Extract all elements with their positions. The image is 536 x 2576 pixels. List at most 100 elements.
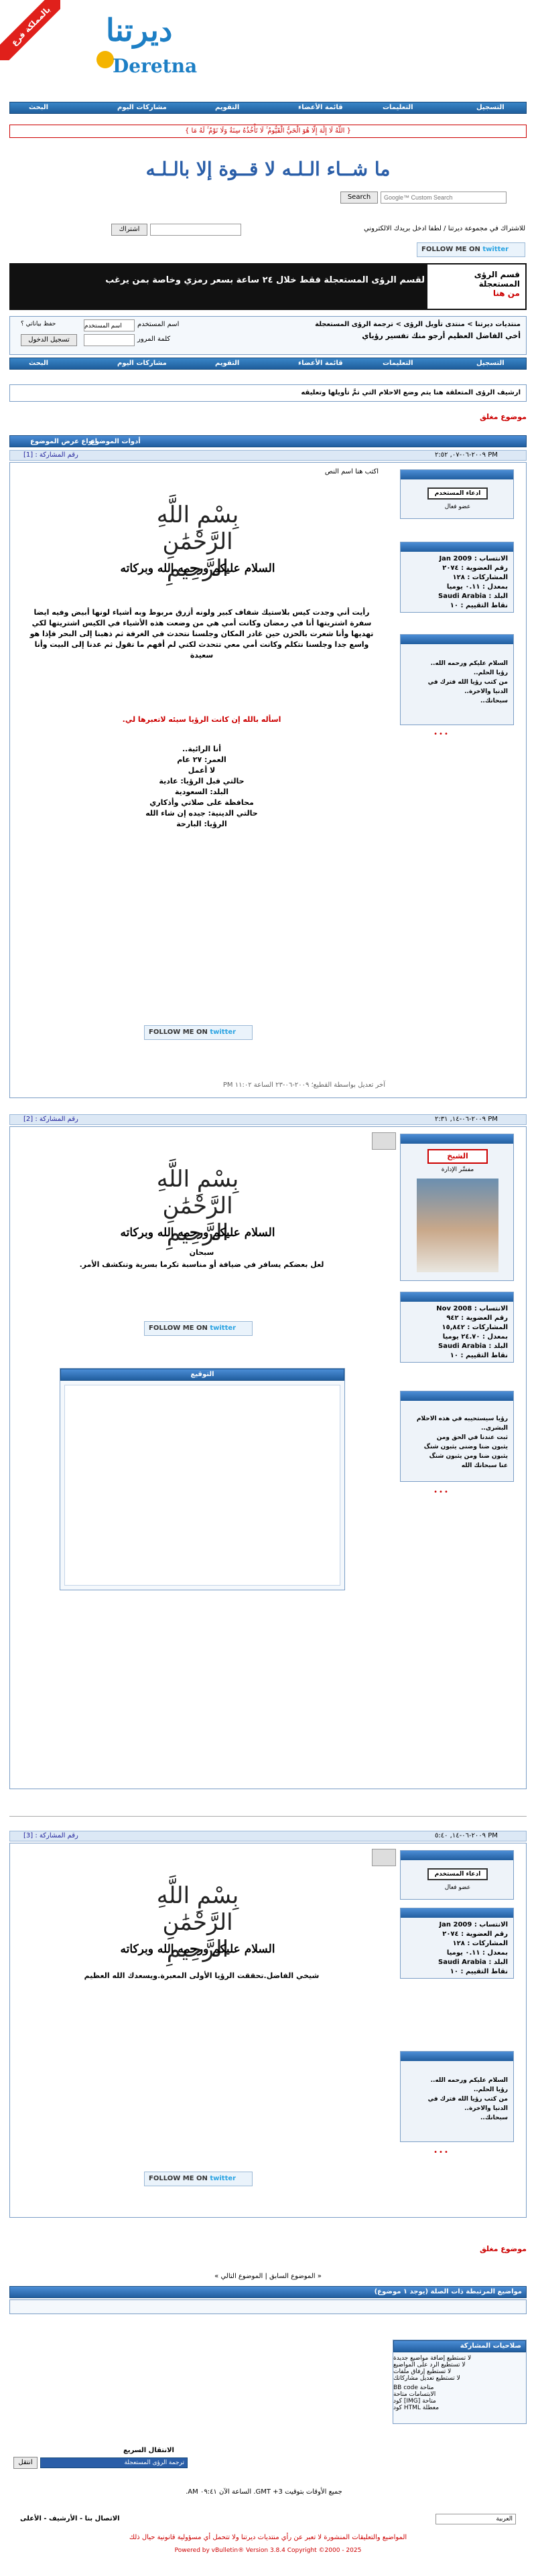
code-line: كود [IMG] متاحة bbox=[393, 2398, 436, 2405]
signature-title: التوقيع bbox=[60, 1369, 344, 1381]
nav-register[interactable]: التسجيل bbox=[476, 104, 505, 111]
username-label: اسم المستخدم bbox=[137, 321, 180, 328]
nav2-faq[interactable]: التعليمات bbox=[383, 360, 413, 367]
thread-title: أخي الفاضل العظيم أرجو منك تفسير رؤياي bbox=[362, 331, 521, 340]
twitter-follow-text[interactable]: FOLLOW ME ON bbox=[149, 2175, 208, 2182]
post-2-header: ٢٠٠٩-٠٦-١٤, ٢:٣١ PM رقم المشاركة : [2] bbox=[9, 1114, 527, 1125]
post-2-userbox: الشيخ مفسِّر الإدارة bbox=[400, 1134, 514, 1281]
sig-line: رؤيا الحلم.. bbox=[473, 2087, 508, 2093]
display-modes-menu[interactable]: انواع عرض الموضوع bbox=[30, 437, 97, 447]
ribbon-label[interactable]: بالمملكة فرع bbox=[0, 0, 60, 60]
user-joined: الانتساب : Nov 2008 bbox=[436, 1305, 508, 1312]
nav-members[interactable]: قائمة الأعضاء bbox=[298, 104, 343, 111]
closed-thread-tag-bottom[interactable]: موضوع مغلق bbox=[469, 2245, 527, 2253]
footer: العربية الاتصال بنا - الأرشيف - الأعلى ا… bbox=[7, 2512, 529, 2569]
promo-text[interactable]: لقسم الرؤى المستعجلة فقط خلال ٢٤ ساعة بس… bbox=[90, 275, 425, 285]
password-input[interactable] bbox=[84, 334, 135, 346]
twitter-brand[interactable]: twitter bbox=[210, 1029, 236, 1036]
post-1-twitter-badge[interactable]: FOLLOW ME ON twitter bbox=[144, 1025, 253, 1040]
sig-line: الدنيا والاخرة.. bbox=[464, 688, 508, 695]
post-1-header: ٢٠٠٩-٠٦-٠٧, ٢:٥٢ PM رقم المشاركة : [1] bbox=[9, 450, 527, 461]
sig-line: يثبون ضنا وضنى يثبون شنگ bbox=[423, 1444, 508, 1450]
twitter-follow-text[interactable]: FOLLOW ME ON bbox=[421, 246, 480, 253]
site-header: بالمملكة فرع ديرتنا Deretna bbox=[0, 0, 536, 100]
quick-jump-label: الانتقال السريع bbox=[123, 2447, 174, 2454]
footer-links[interactable]: الاتصال بنا - الأرشيف - الأعلى bbox=[20, 2515, 154, 2522]
nav-calendar[interactable]: التقويم bbox=[215, 104, 239, 111]
related-threads-bar[interactable]: مواضيع المرتبطة ذات الصلة (يوجد ١ موضوع) bbox=[9, 2286, 527, 2298]
banner-slogan: ما شــاء الـلـه لا قــوة إلا بالـلـه bbox=[145, 158, 391, 180]
post-3-twitter-badge[interactable]: FOLLOW ME ON twitter bbox=[144, 2172, 253, 2186]
post-3-number[interactable]: رقم المشاركة : [3] bbox=[23, 1832, 78, 1839]
nav2-search[interactable]: البحث bbox=[29, 360, 48, 367]
remember-me[interactable]: حفظ بياناتي ؟ bbox=[21, 321, 56, 327]
post-1-salam: السلام عليكم ورحمه الله وبركاته bbox=[120, 562, 275, 575]
thread-tools-menu[interactable]: أدوات الموضوع bbox=[90, 437, 141, 447]
post-1-sigbox: السلام عليكم ورحمه الله.. رؤيا الحلم.. م… bbox=[400, 634, 514, 725]
breadcrumb[interactable]: منتديات ديرتنا > منتدى تأويل الرؤى > ترج… bbox=[315, 321, 521, 328]
post-2-twitter-badge[interactable]: FOLLOW ME ON twitter bbox=[144, 1321, 253, 1336]
twitter-follow-text[interactable]: FOLLOW ME ON bbox=[149, 1324, 208, 1332]
top-navbar: التسجيل التعليمات قائمة الأعضاء التقويم … bbox=[9, 102, 527, 114]
signature-area bbox=[64, 1385, 340, 1586]
info-line: حالتي قبل الرؤيا: عادية bbox=[159, 777, 245, 785]
logo-arabic: ديرتنا bbox=[106, 12, 173, 48]
nav2-members[interactable]: قائمة الأعضاء bbox=[298, 360, 343, 367]
user-points: نقاط التقييم : ١٠ bbox=[450, 1352, 508, 1359]
twitter-follow-text[interactable]: FOLLOW ME ON bbox=[149, 1029, 208, 1036]
sigbox-head bbox=[401, 1391, 513, 1401]
post-3-body: شيخي الفاضل.تحققت الرؤيا الأولى المعبرة.… bbox=[84, 1971, 320, 1980]
rule-line: لا تستطيع تعديل مشاركاتك bbox=[393, 2375, 460, 2382]
closed-thread-tag[interactable]: موضوع مغلق bbox=[469, 412, 527, 421]
nav-faq[interactable]: التعليمات bbox=[383, 104, 413, 111]
google-search-input[interactable] bbox=[381, 192, 507, 204]
username-input[interactable] bbox=[84, 319, 135, 331]
user-rank: مفسِّر الإدارة bbox=[441, 1166, 474, 1173]
sigbox-head bbox=[401, 2052, 513, 2061]
twitter-follow-badge[interactable]: FOLLOW ME ON twitter bbox=[417, 242, 525, 257]
user-points: نقاط التقييم : ١٠ bbox=[450, 602, 508, 609]
promo-side-title[interactable]: قسم الرؤى المستعجلة bbox=[474, 270, 520, 289]
code-line: الابتسامات متاحة bbox=[393, 2391, 436, 2398]
prev-next-links[interactable]: « الموضوع السابق | الموضوع التالي » bbox=[168, 2273, 368, 2280]
sig-line: من كتب رؤيا الله فترك في bbox=[427, 679, 508, 686]
post-1-number[interactable]: رقم المشاركة : [1] bbox=[23, 451, 78, 459]
site-logo[interactable]: ديرتنا Deretna bbox=[92, 7, 226, 87]
quick-jump-select[interactable]: ترجمة الرؤى المستعجلة bbox=[40, 2457, 188, 2468]
user-rate: بمعدل : ٢٤.٧٠ يوميا bbox=[442, 1333, 508, 1341]
promo-side[interactable]: قسم الرؤى المستعجلة من هنا bbox=[426, 263, 527, 310]
subscribe-email-input[interactable] bbox=[150, 224, 241, 236]
copyright: Powered by vBulletin® Version 3.8.4 Copy… bbox=[174, 2547, 362, 2554]
userbox-head bbox=[401, 1134, 513, 1144]
post-1-body: رأيت أني وجدت كيس بلاستيك شفاف كبير ولون… bbox=[29, 608, 374, 660]
post-1-question: اسأله بالله إن كانت الرؤيا سيئه لاتعبرها… bbox=[122, 715, 281, 724]
user-rank-badge: الشيخ bbox=[427, 1149, 488, 1164]
twitter-brand[interactable]: twitter bbox=[482, 246, 509, 253]
subscribe-button[interactable]: اشتراك bbox=[111, 224, 147, 236]
post-1-dots: ••• bbox=[433, 731, 450, 738]
search-button[interactable]: Search bbox=[340, 192, 378, 204]
post-3-salam: السلام عليكم ورحمه الله وبركاته bbox=[120, 1943, 275, 1956]
sig-line: من كتب رؤيا الله فترك في bbox=[427, 2096, 508, 2103]
quick-jump-go[interactable]: انتقل bbox=[13, 2457, 38, 2469]
twitter-brand[interactable]: twitter bbox=[210, 1324, 236, 1332]
promo-banner[interactable]: لقسم الرؤى المستعجلة فقط خلال ٢٤ ساعة بس… bbox=[9, 263, 527, 310]
post-1: اكتب هنا اسم النص ادعاء المستخدم عضو فعا… bbox=[9, 462, 527, 1098]
info-line: أنا الرائية.. bbox=[182, 745, 222, 753]
nav2-register[interactable]: التسجيل bbox=[476, 360, 505, 367]
post-2-number[interactable]: رقم المشاركة : [2] bbox=[23, 1116, 78, 1123]
twitter-brand[interactable]: twitter bbox=[210, 2175, 236, 2182]
corner-ribbon[interactable]: بالمملكة فرع bbox=[0, 0, 60, 60]
nav-search[interactable]: البحث bbox=[29, 104, 48, 111]
post-1-title: اكتب هنا اسم النص bbox=[324, 468, 379, 475]
nav2-today-posts[interactable]: مشاركات اليوم bbox=[117, 360, 167, 367]
logo-star-icon bbox=[96, 51, 114, 68]
nav2-calendar[interactable]: التقويم bbox=[215, 360, 239, 367]
promo-side-link[interactable]: من هنا bbox=[433, 289, 520, 298]
divider bbox=[9, 1816, 527, 1817]
sig-line: السلام عليكم ورحمه الله.. bbox=[430, 660, 508, 667]
nav-today-posts[interactable]: مشاركات اليوم bbox=[117, 104, 167, 111]
login-button[interactable]: تسجيل الدخول bbox=[21, 334, 77, 346]
user-avatar[interactable] bbox=[417, 1179, 498, 1272]
language-select[interactable]: العربية bbox=[436, 2514, 516, 2524]
